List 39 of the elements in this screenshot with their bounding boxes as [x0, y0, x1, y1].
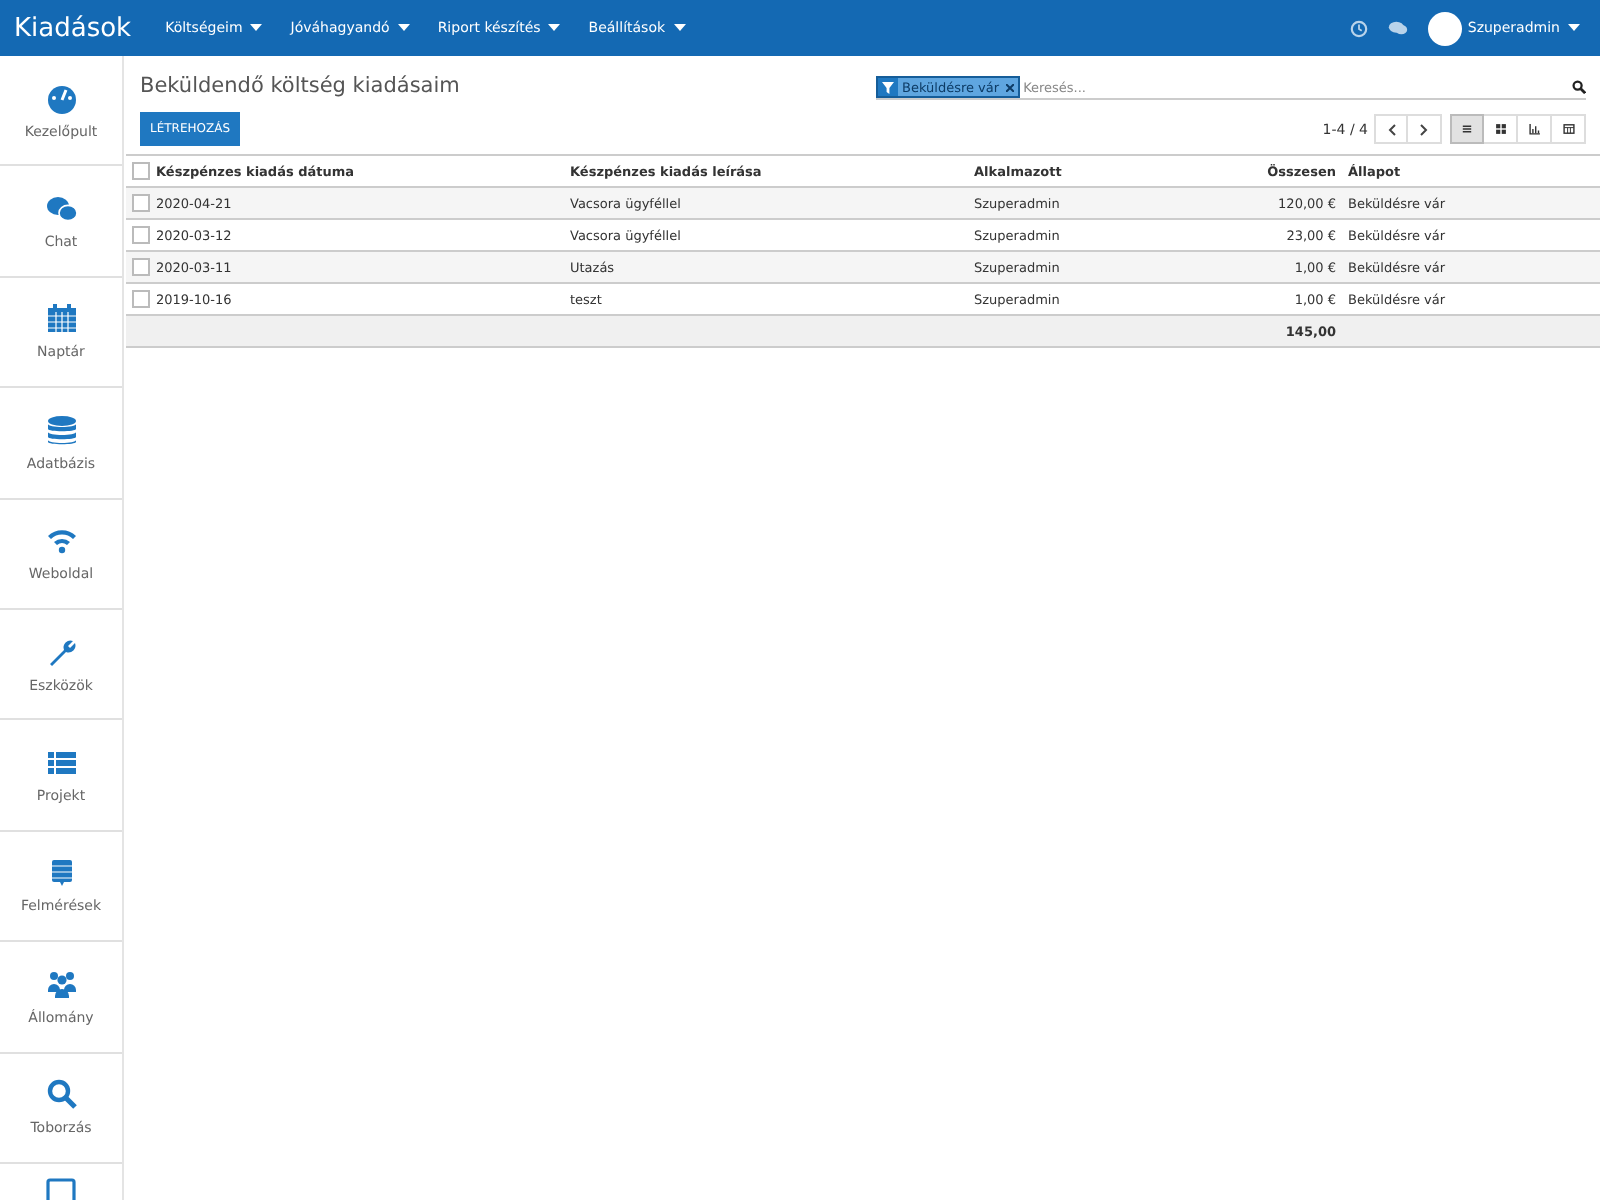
list-view-icon	[1460, 122, 1474, 136]
checkbox[interactable]	[132, 226, 150, 244]
app-title: Kiadások	[12, 13, 134, 43]
chat-icon[interactable]	[1387, 20, 1408, 36]
filter-icon	[882, 81, 894, 93]
table-view-icon	[1561, 122, 1575, 136]
list-icon	[45, 746, 77, 779]
checkbox[interactable]	[132, 290, 150, 308]
database-icon	[45, 413, 77, 446]
search-icon	[45, 1078, 77, 1111]
page-title: Beküldendő költség kiadásaim	[140, 74, 462, 98]
checkbox[interactable]	[132, 162, 150, 180]
view-switch-button[interactable]	[1518, 114, 1552, 144]
checkbox[interactable]	[132, 258, 150, 276]
previous-button[interactable]	[1374, 114, 1408, 144]
grid-view-icon	[1493, 122, 1507, 136]
calendar-icon	[45, 302, 77, 335]
chat-icon	[45, 192, 77, 225]
next-button[interactable]	[1408, 114, 1442, 144]
chart-view-icon	[1527, 122, 1541, 136]
wifi-icon	[45, 524, 77, 557]
view-switch-button[interactable]	[1552, 114, 1586, 144]
people-icon	[45, 967, 77, 1000]
wrench-icon	[45, 635, 77, 668]
close-icon[interactable]	[1005, 83, 1014, 91]
dashboard-icon	[45, 81, 77, 114]
checkbox[interactable]	[132, 194, 150, 212]
chevron-right-icon	[1420, 123, 1428, 135]
caret-icon	[673, 24, 686, 32]
caret-icon	[397, 24, 410, 32]
caret-icon	[250, 24, 263, 32]
search-icon[interactable]	[1572, 80, 1586, 94]
chevron-left-icon	[1387, 123, 1395, 135]
clock-icon[interactable]	[1349, 19, 1368, 37]
view-switch-button[interactable]	[1450, 114, 1484, 144]
view-switch-button[interactable]	[1484, 114, 1518, 144]
avatar	[1427, 11, 1462, 45]
caret-icon	[548, 24, 561, 32]
caret-icon	[1568, 24, 1580, 32]
